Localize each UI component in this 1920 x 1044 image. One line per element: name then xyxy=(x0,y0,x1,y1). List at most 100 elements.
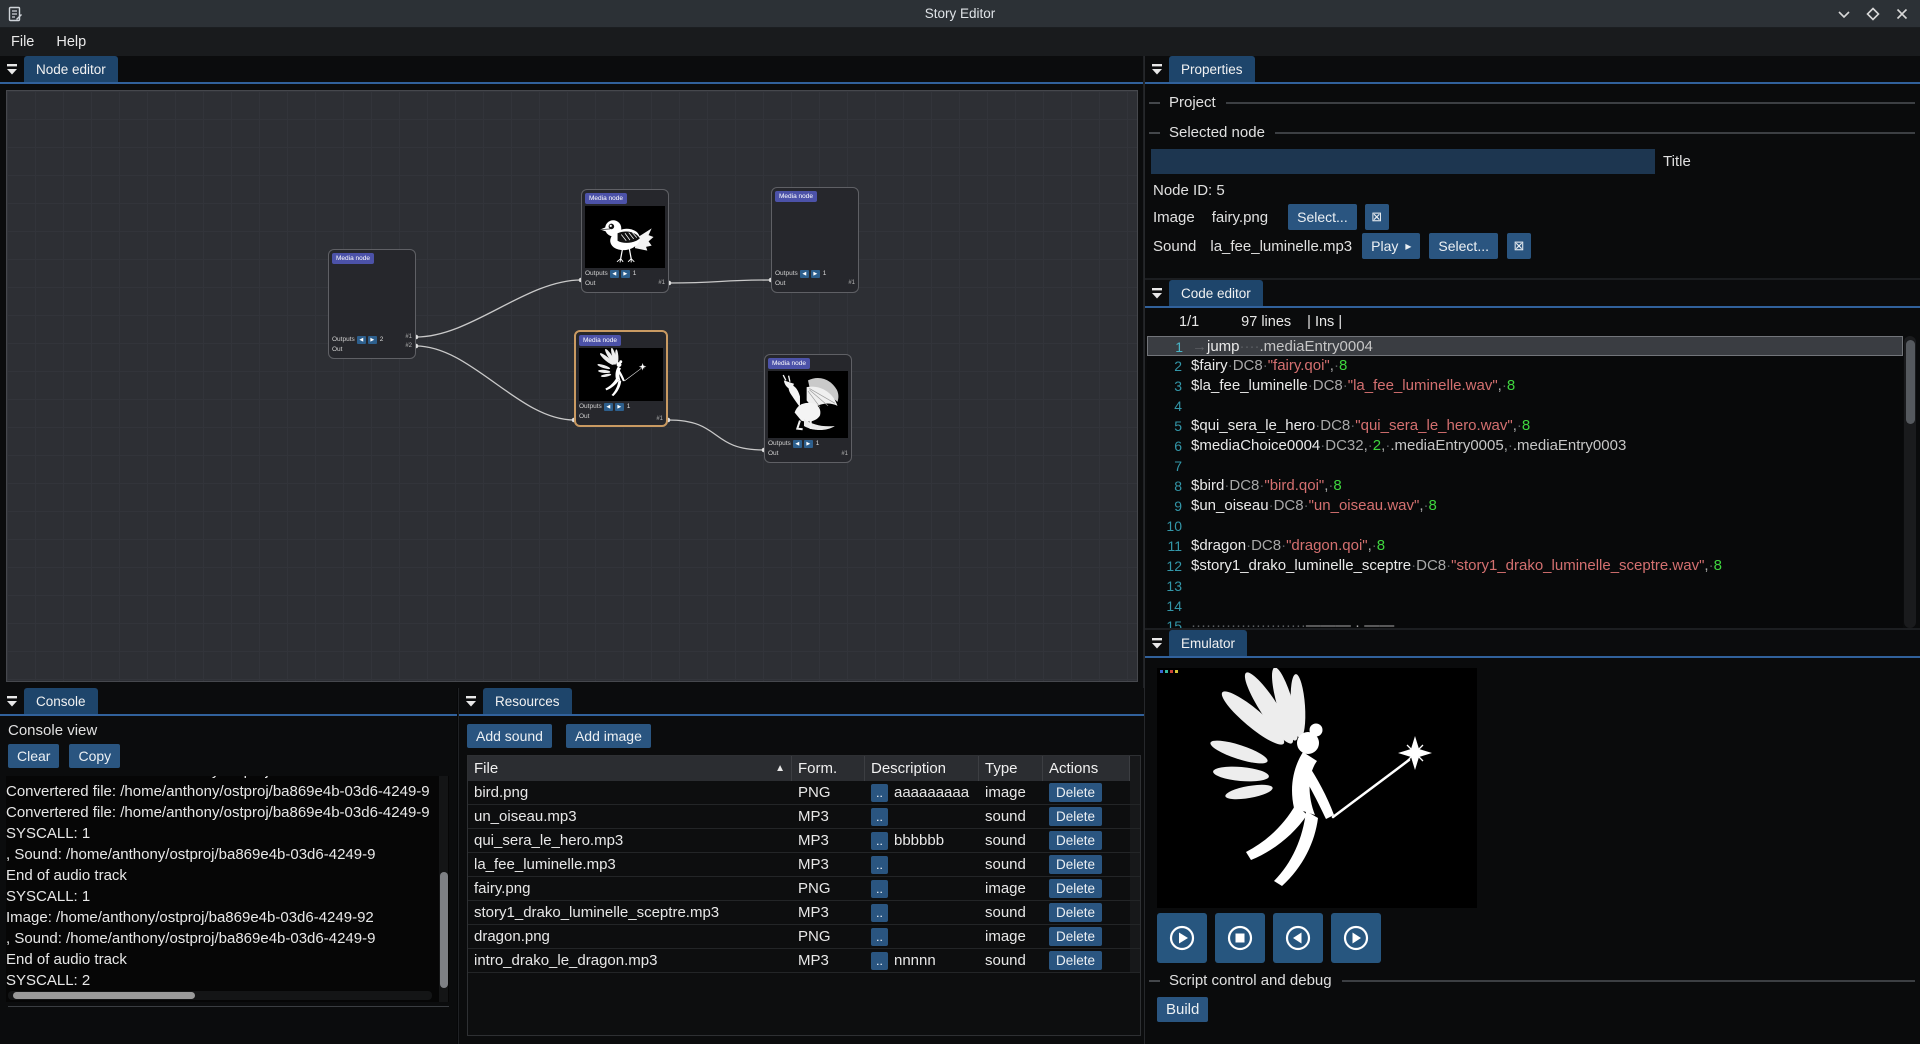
code-editor-area[interactable]: 1→jump····.mediaEntry00042$fairy·DC8·"fa… xyxy=(1147,336,1903,628)
tab-resources[interactable]: Resources xyxy=(483,688,572,714)
edit-description-button[interactable]: .. xyxy=(871,928,888,946)
add-image-button[interactable]: Add image xyxy=(566,724,651,748)
console-log-line: , Sound: /home/anthony/ostproj/ba869e4b-… xyxy=(6,844,449,865)
collapse-icon[interactable] xyxy=(1145,280,1169,306)
tab-code-editor[interactable]: Code editor xyxy=(1169,280,1263,306)
prev-output-button[interactable]: ◀ xyxy=(357,336,366,344)
forward-button[interactable] xyxy=(1331,913,1381,963)
resource-row[interactable]: story1_drako_luminelle_sceptre.mp3MP3..s… xyxy=(468,901,1140,925)
next-output-button[interactable]: ▶ xyxy=(804,440,813,448)
minimize-icon[interactable] xyxy=(1836,6,1852,22)
edit-description-button[interactable]: .. xyxy=(871,880,888,898)
image-select-button[interactable]: Select... xyxy=(1288,204,1357,230)
node-edge[interactable] xyxy=(416,280,581,337)
column-header-file[interactable]: File▲ xyxy=(468,756,792,781)
scrollbar-thumb[interactable] xyxy=(13,992,195,999)
column-header-description[interactable]: Description xyxy=(865,756,979,781)
output-port-label[interactable]: #2 xyxy=(405,343,412,350)
collapse-icon[interactable] xyxy=(459,688,483,714)
close-icon[interactable] xyxy=(1894,6,1910,22)
next-output-button[interactable]: ▶ xyxy=(811,270,820,278)
tab-node-editor[interactable]: Node editor xyxy=(24,56,118,82)
tab-properties[interactable]: Properties xyxy=(1169,56,1255,82)
node-edge[interactable] xyxy=(416,346,574,420)
delete-button[interactable]: Delete xyxy=(1049,783,1102,802)
menu-file[interactable]: File xyxy=(0,31,45,53)
delete-button[interactable]: Delete xyxy=(1049,927,1102,946)
back-button[interactable] xyxy=(1273,913,1323,963)
sound-play-button[interactable]: Play▸ xyxy=(1362,233,1420,259)
build-button[interactable]: Build xyxy=(1157,997,1208,1022)
column-header-actions[interactable]: Actions xyxy=(1043,756,1130,781)
media-node-choice[interactable]: Media nodeOutputs◀▶1Out#1 xyxy=(771,187,859,293)
prev-output-button[interactable]: ◀ xyxy=(610,270,619,278)
titlebar[interactable]: Story Editor xyxy=(0,0,1920,28)
menu-help[interactable]: Help xyxy=(45,31,97,53)
resource-row[interactable]: bird.pngPNG..aaaaaaaaaimageDelete xyxy=(468,781,1140,805)
tab-console[interactable]: Console xyxy=(24,688,98,714)
group-selected-node: Selected node xyxy=(1149,124,1915,141)
column-header-form[interactable]: Form. xyxy=(792,756,865,781)
scrollbar-thumb[interactable] xyxy=(1906,340,1915,424)
scrollbar-thumb[interactable] xyxy=(440,872,448,988)
output-port-label[interactable]: #1 xyxy=(656,416,663,423)
node-title-input[interactable] xyxy=(1151,149,1655,174)
image-clear-button[interactable]: ⊠ xyxy=(1365,204,1389,230)
media-node-bird[interactable]: Media nodeOutputs◀▶1Out#1 xyxy=(581,189,669,293)
outputs-label: Outputs xyxy=(768,439,791,449)
copy-button[interactable]: Copy xyxy=(69,744,120,768)
console-log[interactable]: Convertered file: /home/anthony/ostproj/… xyxy=(6,776,449,1002)
resource-row[interactable]: un_oiseau.mp3MP3..soundDelete xyxy=(468,805,1140,829)
sound-select-button[interactable]: Select... xyxy=(1429,233,1498,259)
add-sound-button[interactable]: Add sound xyxy=(467,724,552,748)
resource-row[interactable]: la_fee_luminelle.mp3MP3..soundDelete xyxy=(468,853,1140,877)
resource-row[interactable]: qui_sera_le_hero.mp3MP3..bbbbbbsoundDele… xyxy=(468,829,1140,853)
prev-output-button[interactable]: ◀ xyxy=(800,270,809,278)
collapse-icon[interactable] xyxy=(1145,630,1169,656)
edit-description-button[interactable]: .. xyxy=(871,832,888,850)
code-vertical-scrollbar[interactable] xyxy=(1904,336,1916,628)
collapse-icon[interactable] xyxy=(0,688,24,714)
delete-button[interactable]: Delete xyxy=(1049,951,1102,970)
media-node-fairy[interactable]: Media nodeOutputs◀▶1Out#1 xyxy=(574,330,668,427)
sound-clear-button[interactable]: ⊠ xyxy=(1507,233,1531,259)
output-port-label[interactable]: #1 xyxy=(658,280,665,287)
node-edge[interactable] xyxy=(668,420,764,450)
edit-description-button[interactable]: .. xyxy=(871,784,888,802)
edit-description-button[interactable]: .. xyxy=(871,808,888,826)
delete-button[interactable]: Delete xyxy=(1049,807,1102,826)
next-output-button[interactable]: ▶ xyxy=(368,336,377,344)
output-port-label[interactable]: #1 xyxy=(848,280,855,287)
collapse-icon[interactable] xyxy=(0,56,24,82)
resource-row[interactable]: intro_drako_le_dragon.mp3MP3..nnnnnsound… xyxy=(468,949,1140,973)
delete-button[interactable]: Delete xyxy=(1049,879,1102,898)
media-node-start[interactable]: Media nodeOutputs◀▶2Out#1#2 xyxy=(328,249,416,359)
node-graph-canvas[interactable]: Media nodeOutputs◀▶2Out#1#2Media nodeOut… xyxy=(6,90,1138,682)
clear-button[interactable]: Clear xyxy=(8,744,59,768)
resource-row[interactable]: fairy.pngPNG..imageDelete xyxy=(468,877,1140,901)
play-button[interactable] xyxy=(1157,913,1207,963)
node-edge[interactable] xyxy=(669,280,771,283)
node-outputs-row: Outputs◀▶1 xyxy=(579,402,663,412)
maximize-icon[interactable] xyxy=(1865,6,1881,22)
media-node-dragon[interactable]: Media nodeOutputs◀▶1Out#1 xyxy=(764,354,852,463)
edit-description-button[interactable]: .. xyxy=(871,904,888,922)
delete-button[interactable]: Delete xyxy=(1049,831,1102,850)
collapse-icon[interactable] xyxy=(1145,56,1169,82)
next-output-button[interactable]: ▶ xyxy=(621,270,630,278)
console-horizontal-scrollbar[interactable] xyxy=(8,991,432,1000)
stop-button[interactable] xyxy=(1215,913,1265,963)
delete-button[interactable]: Delete xyxy=(1049,903,1102,922)
tab-emulator[interactable]: Emulator xyxy=(1169,630,1247,656)
output-port-label[interactable]: #1 xyxy=(405,334,412,341)
output-port-label[interactable]: #1 xyxy=(841,451,848,458)
edit-description-button[interactable]: .. xyxy=(871,952,888,970)
resource-row[interactable]: dragon.pngPNG..imageDelete xyxy=(468,925,1140,949)
prev-output-button[interactable]: ◀ xyxy=(793,440,802,448)
column-header-type[interactable]: Type xyxy=(979,756,1043,781)
edit-description-button[interactable]: .. xyxy=(871,856,888,874)
next-output-button[interactable]: ▶ xyxy=(615,403,624,411)
console-vertical-scrollbar[interactable] xyxy=(439,776,448,1002)
prev-output-button[interactable]: ◀ xyxy=(604,403,613,411)
delete-button[interactable]: Delete xyxy=(1049,855,1102,874)
